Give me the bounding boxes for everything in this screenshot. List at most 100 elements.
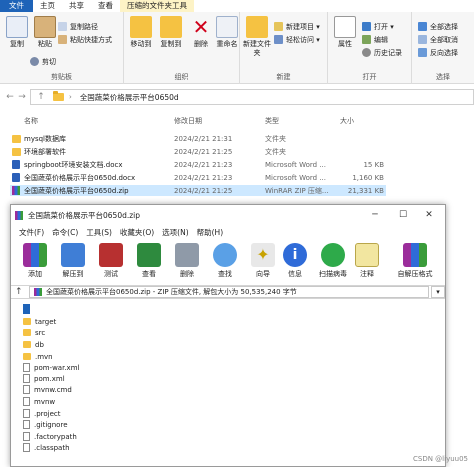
find-button[interactable]: 查找 xyxy=(207,243,243,279)
list-item[interactable]: .gitignore xyxy=(23,419,68,430)
maximize-icon[interactable]: ☐ xyxy=(391,207,415,223)
add-archive-icon xyxy=(23,243,47,267)
tab-file[interactable]: 文件 xyxy=(0,0,33,12)
sfx-button[interactable]: 自解压格式 xyxy=(393,243,437,279)
file-row[interactable]: springboot环境安装文档.docx 2024/2/21 21:23 Mi… xyxy=(10,159,386,170)
select-none-icon xyxy=(418,35,427,44)
list-item[interactable]: src xyxy=(23,327,45,338)
add-button[interactable]: 添加 xyxy=(17,243,53,279)
list-item[interactable]: pom.xml xyxy=(23,373,65,384)
copy-path-button[interactable]: 复制路径 xyxy=(58,21,98,32)
winrar-titlebar[interactable]: 全国蔬菜价格展示平台0650d.zip ─ ☐ ✕ xyxy=(11,205,445,225)
back-arrow-icon[interactable]: ← xyxy=(4,92,16,102)
list-item[interactable]: target xyxy=(23,316,56,327)
menu-file[interactable]: 文件(F) xyxy=(15,227,48,238)
forward-arrow-icon[interactable]: → xyxy=(16,92,28,102)
scissors-icon xyxy=(30,57,39,66)
column-header-type[interactable]: 类型 xyxy=(265,116,279,126)
list-item-parent[interactable] xyxy=(23,303,34,314)
tab-view[interactable]: 查看 xyxy=(91,0,120,12)
menu-options[interactable]: 选项(N) xyxy=(158,227,192,238)
test-icon xyxy=(99,243,123,267)
list-item[interactable]: mvnw xyxy=(23,396,55,407)
ribbon-tab-bar: 文件 主页 共享 查看 压缩的文件夹工具 xyxy=(0,0,474,12)
test-button[interactable]: 测试 xyxy=(93,243,129,279)
list-item[interactable]: mvnw.cmd xyxy=(23,384,72,395)
paste-shortcut-button[interactable]: 粘贴快捷方式 xyxy=(58,34,112,45)
address-bar[interactable]: ↑ › 全国蔬菜价格展示平台0650d xyxy=(30,89,474,105)
clipboard-group: 复制 粘贴 复制路径 粘贴快捷方式 剪切 剪贴板 xyxy=(0,12,124,84)
winrar-window: 全国蔬菜价格展示平台0650d.zip ─ ☐ ✕ 文件(F) 命令(C) 工具… xyxy=(10,204,446,467)
file-row[interactable]: 全国蔬菜价格展示平台0650d.docx 2024/2/21 21:23 Mic… xyxy=(10,172,386,183)
list-item[interactable]: .factorypath xyxy=(23,431,77,442)
invert-selection-button[interactable]: 反向选择 xyxy=(418,47,458,58)
csdn-watermark: CSDN @liyuu05 xyxy=(413,455,468,463)
history-button[interactable]: 历史记录 xyxy=(362,47,402,58)
word-document-icon xyxy=(12,173,20,182)
tab-share[interactable]: 共享 xyxy=(62,0,91,12)
up-arrow-icon[interactable]: ↑ xyxy=(35,92,47,102)
tab-compressed-folder-tools[interactable]: 压缩的文件夹工具 xyxy=(120,0,194,12)
file-icon xyxy=(23,420,30,429)
extract-folder-icon xyxy=(61,243,85,267)
properties-button[interactable]: 属性 xyxy=(330,16,360,49)
open-group-label: 打开 xyxy=(362,73,377,81)
new-item-button[interactable]: 新建项目 ▾ xyxy=(274,21,320,32)
file-row-selected[interactable]: 全国蔬菜价格展示平台0650d.zip 2024/2/21 21:25 WinR… xyxy=(10,185,386,196)
minimize-icon[interactable]: ─ xyxy=(363,207,387,223)
magnifier-icon xyxy=(213,243,237,267)
select-all-button[interactable]: 全部选择 xyxy=(418,21,458,32)
view-button[interactable]: 查看 xyxy=(131,243,167,279)
folder-icon xyxy=(23,341,31,348)
menu-tools[interactable]: 工具(S) xyxy=(82,227,116,238)
delete-archive-button[interactable]: 删除 xyxy=(169,243,205,279)
scan-virus-button[interactable]: 扫描病毒 xyxy=(315,243,351,279)
info-button[interactable]: i 信息 xyxy=(277,243,313,279)
extract-to-button[interactable]: 解压到 xyxy=(55,243,91,279)
wizard-button[interactable]: ✦ 向导 xyxy=(245,243,281,279)
edit-button[interactable]: 编辑 xyxy=(362,34,388,45)
menu-commands[interactable]: 命令(C) xyxy=(48,227,82,238)
comment-icon xyxy=(355,243,379,267)
rename-icon xyxy=(216,16,238,38)
move-to-icon xyxy=(130,16,152,38)
cut-button[interactable]: 剪切 xyxy=(30,56,56,67)
tab-home[interactable]: 主页 xyxy=(33,0,62,12)
open-button[interactable]: 打开 ▾ xyxy=(362,21,394,32)
sfx-archive-icon xyxy=(403,243,427,267)
close-icon[interactable]: ✕ xyxy=(417,207,441,223)
list-item[interactable]: pom-war.xml xyxy=(23,362,79,373)
archive-path-field[interactable]: 全国蔬菜价格展示平台0650d.zip - ZIP 压缩文件, 解包大小为 50… xyxy=(29,286,429,298)
list-item[interactable]: .mvn xyxy=(23,351,53,362)
rename-button[interactable]: 重命名 xyxy=(212,16,242,49)
copy-to-button[interactable]: 复制到 xyxy=(156,16,186,49)
menu-help[interactable]: 帮助(H) xyxy=(193,227,228,238)
list-item[interactable]: .classpath xyxy=(23,442,70,453)
move-to-button[interactable]: 移动到 xyxy=(126,16,156,49)
column-header-date[interactable]: 修改日期 xyxy=(174,116,202,126)
organize-group-label: 组织 xyxy=(174,73,189,81)
up-arrow-icon[interactable]: ↑ xyxy=(15,287,29,297)
list-item[interactable]: .project xyxy=(23,408,61,419)
select-none-button[interactable]: 全部取消 xyxy=(418,34,458,45)
comment-button[interactable]: 注释 xyxy=(349,243,385,279)
file-icon xyxy=(23,443,30,452)
chevron-down-icon[interactable]: ▾ xyxy=(431,286,445,298)
paste-button[interactable]: 粘贴 xyxy=(30,16,60,49)
parent-folder-icon xyxy=(23,303,30,314)
winrar-title: 全国蔬菜价格展示平台0650d.zip xyxy=(28,210,141,220)
column-header-size[interactable]: 大小 xyxy=(340,116,354,126)
column-header-name[interactable]: 名称 xyxy=(24,116,38,126)
file-row[interactable]: 环境部署软件 2024/2/21 21:25 文件夹 xyxy=(10,146,386,157)
copy-button[interactable]: 复制 xyxy=(2,16,32,49)
easy-access-button[interactable]: 轻松访问 ▾ xyxy=(274,34,320,45)
new-group: 新建文件夹 新建项目 ▾ 轻松访问 ▾ 新建 xyxy=(240,12,328,84)
new-folder-icon xyxy=(246,16,268,38)
list-item[interactable]: db xyxy=(23,339,44,350)
winrar-path-bar: ↑ 全国蔬菜价格展示平台0650d.zip - ZIP 压缩文件, 解包大小为 … xyxy=(11,285,445,299)
file-row[interactable]: mysql数据库 2024/2/21 21:31 文件夹 xyxy=(10,133,386,144)
copy-icon xyxy=(6,16,28,38)
new-folder-button[interactable]: 新建文件夹 xyxy=(242,16,272,58)
menu-favorites[interactable]: 收藏夹(O) xyxy=(116,227,158,238)
zip-icon xyxy=(34,288,42,296)
